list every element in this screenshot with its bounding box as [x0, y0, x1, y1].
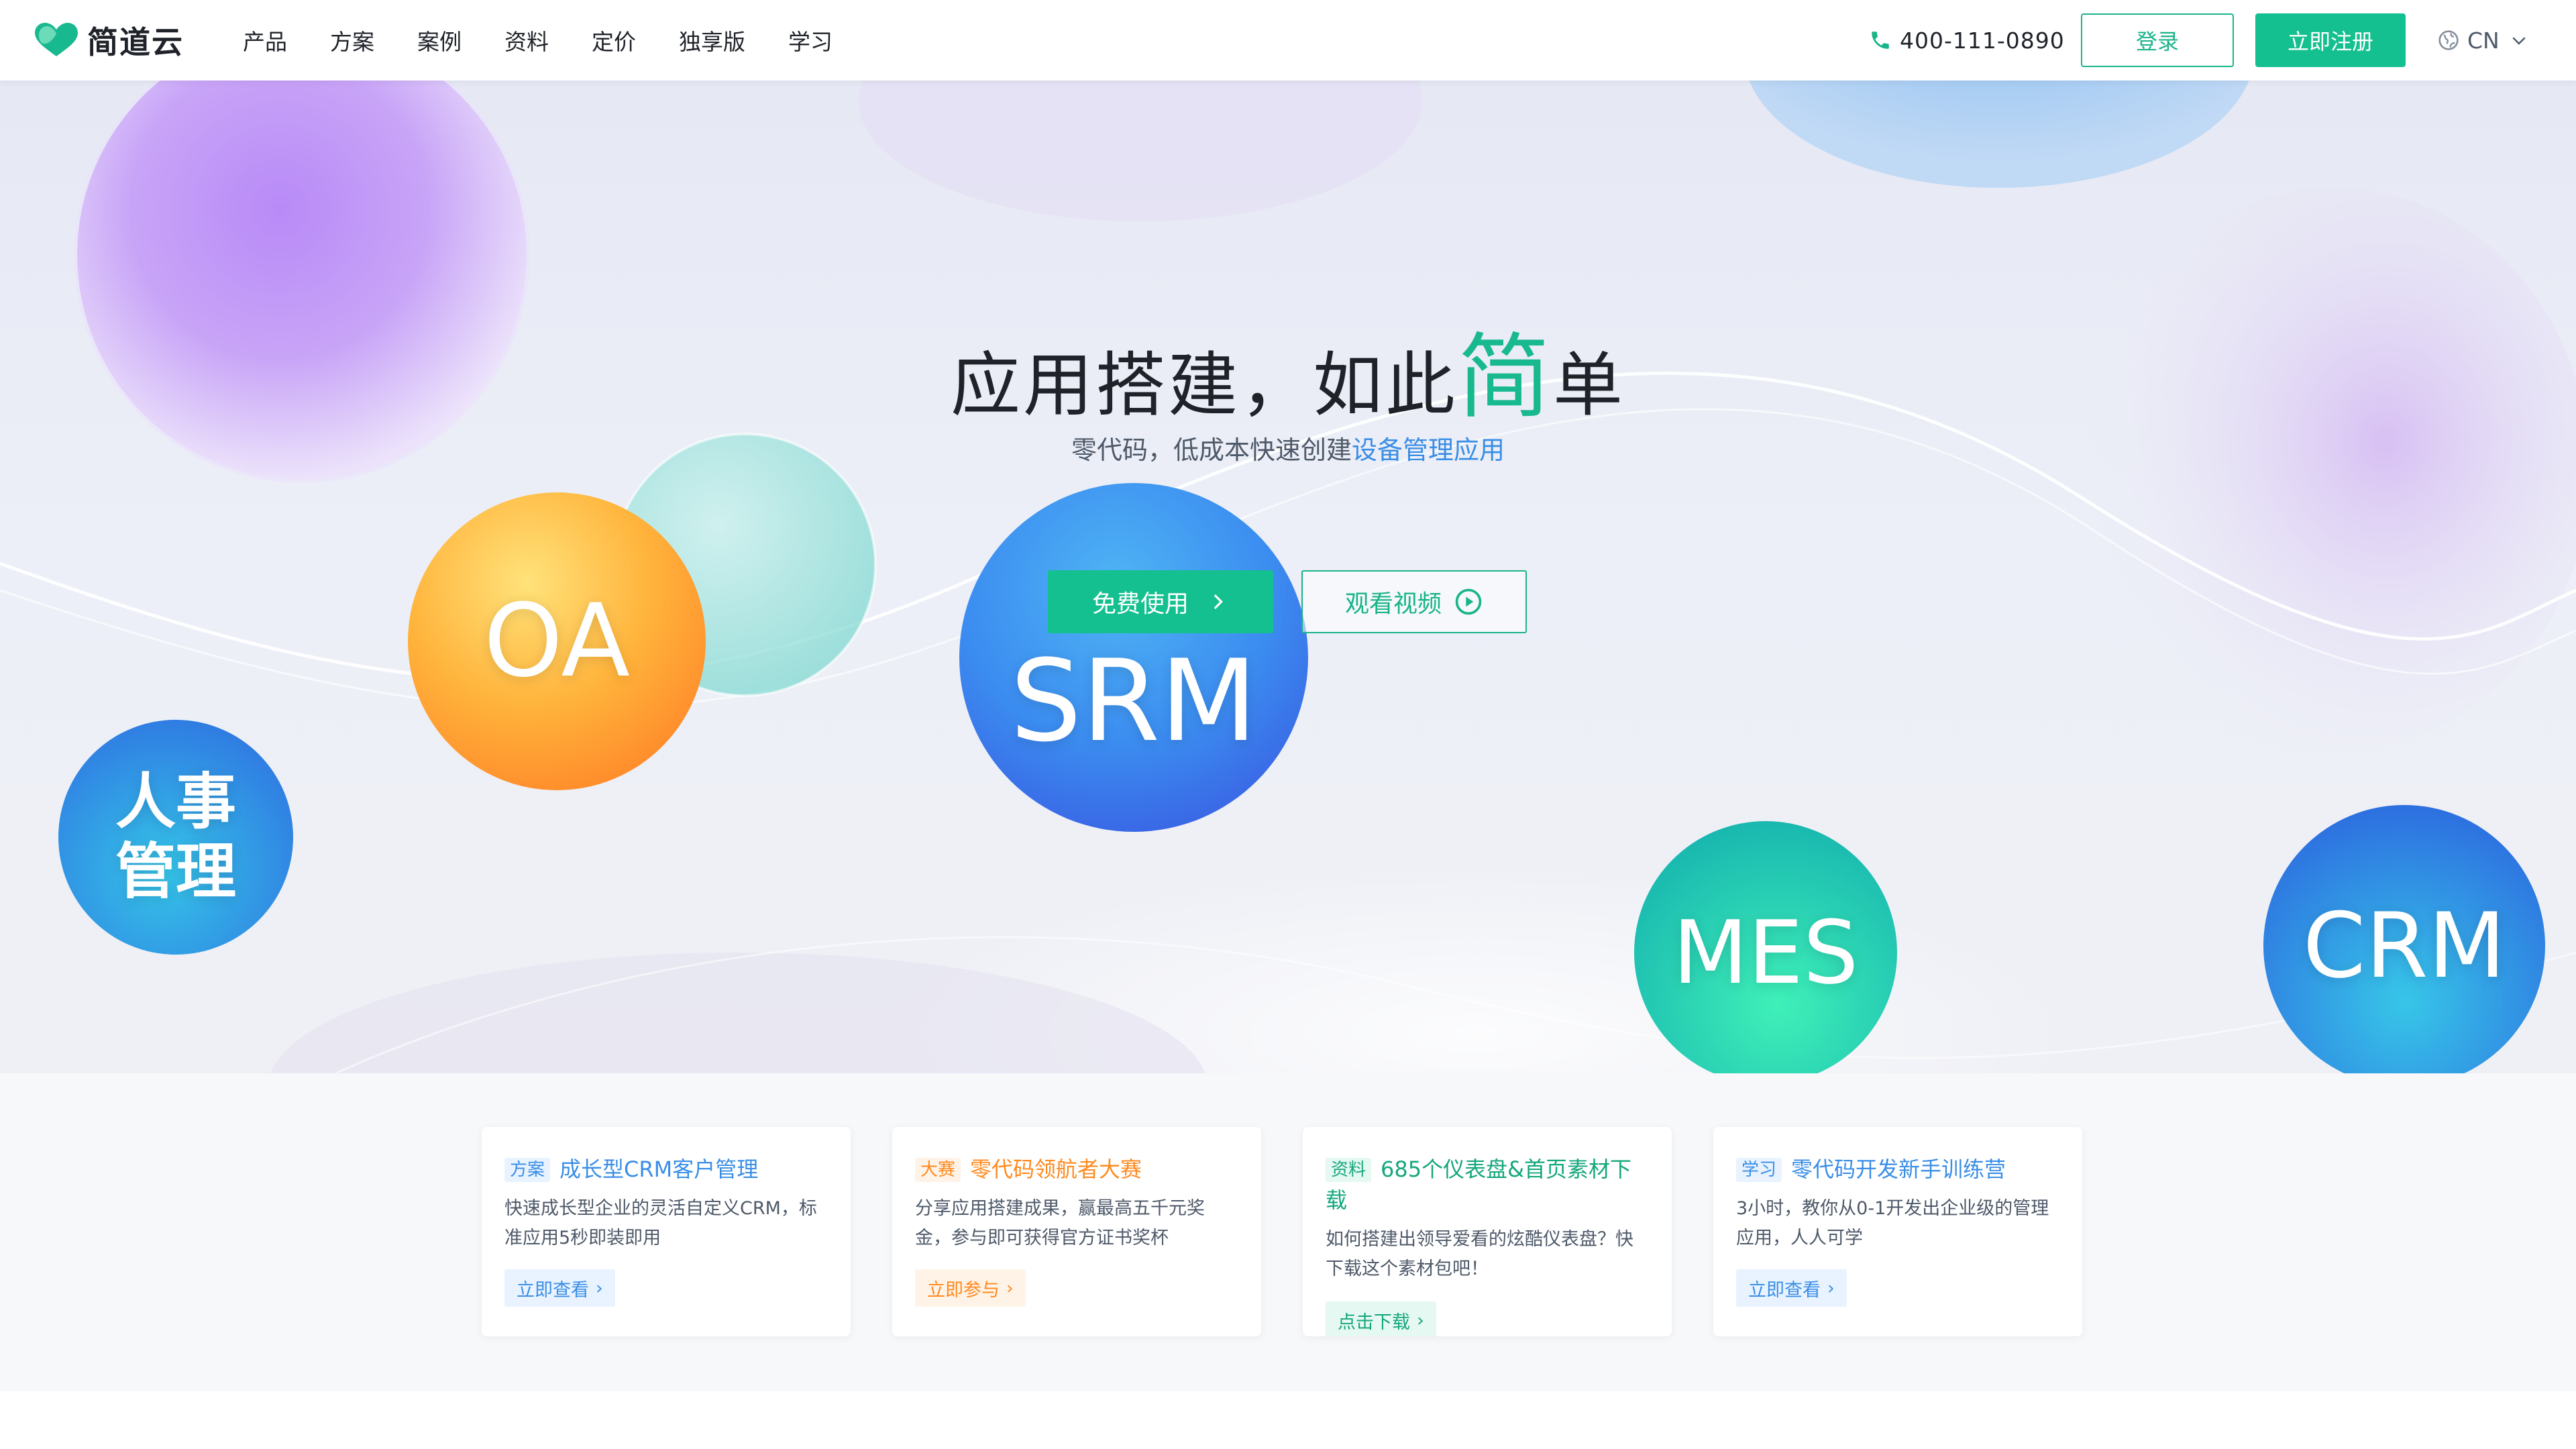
card-title: 资料 685个仪表盘&首页素材下载 [1326, 1154, 1649, 1216]
card-download-button[interactable]: 点击下载 › [1326, 1301, 1436, 1336]
bubble-oa: OA [408, 492, 706, 790]
promo-card-dashboard[interactable]: 资料 685个仪表盘&首页素材下载 如何搭建出领导爱看的炫酷仪表盘？快下载这个素材… [1303, 1127, 1672, 1336]
bubble-hr-line2: 管理 [115, 837, 236, 907]
login-button[interactable]: 登录 [2081, 13, 2234, 67]
nav-item-pricing[interactable]: 定价 [592, 24, 636, 56]
bubble-srm: SRM [959, 483, 1308, 832]
hero-title-suffix: 单 [1553, 344, 1626, 426]
promo-card-training[interactable]: 学习 零代码开发新手训练营 3小时，教你从0-1开发出企业级的管理应用，人人可学 … [1713, 1127, 2082, 1336]
card-description: 3小时，教你从0-1开发出企业级的管理应用，人人可学 [1736, 1198, 2049, 1248]
promo-card-contest[interactable]: 大赛 零代码领航者大赛 分享应用搭建成果，赢最高五千元奖金，参与即可获得官方证书奖… [892, 1127, 1261, 1336]
top-nav-bar: 简道云 产品 方案 案例 资料 定价 独享版 学习 400-111-0890 登… [0, 0, 2576, 80]
bubble-oa-label: OA [483, 583, 631, 700]
card-button-label: 点击下载 [1338, 1311, 1410, 1333]
card-view-button[interactable]: 立即查看 › [1736, 1269, 1847, 1307]
nav-item-dedicated[interactable]: 独享版 [679, 24, 745, 56]
hero-subtitle-prefix: 零代码，低成本快速创建 [1071, 435, 1352, 465]
logo-heart-icon [35, 23, 78, 56]
chevron-right-icon: › [1827, 1277, 1835, 1299]
chevron-right-icon: › [1417, 1309, 1424, 1331]
bubble-hr-line1: 人事 [115, 767, 236, 837]
card-description: 快速成长型企业的灵活自定义CRM，标准应用5秒即装即用 [504, 1198, 817, 1248]
hero-subtitle-highlight: 设备管理应用 [1352, 435, 1505, 465]
chevron-right-icon: › [596, 1277, 603, 1299]
language-selector[interactable]: CN [2438, 24, 2529, 56]
card-tag: 大赛 [915, 1158, 961, 1182]
card-title-text: 成长型CRM客户管理 [559, 1157, 759, 1182]
register-button[interactable]: 立即注册 [2255, 13, 2406, 67]
card-tag: 学习 [1736, 1158, 1782, 1182]
nav-item-cases[interactable]: 案例 [417, 24, 462, 56]
bubble-srm-label: SRM [1010, 635, 1258, 767]
nav-item-solutions[interactable]: 方案 [330, 24, 374, 56]
promo-card-crm[interactable]: 方案 成长型CRM客户管理 快速成长型企业的灵活自定义CRM，标准应用5秒即装即用… [482, 1127, 851, 1336]
phone-number: 400-111-0890 [1900, 27, 2065, 54]
bubble-mes-label: MES [1672, 902, 1859, 1004]
phone-icon [1872, 32, 1889, 49]
main-nav: 产品 方案 案例 资料 定价 独享版 学习 [243, 0, 875, 80]
nav-item-learning[interactable]: 学习 [788, 24, 833, 56]
watch-video-button[interactable]: 观看视频 [1301, 570, 1527, 633]
brand-name: 简道云 [87, 24, 184, 60]
chevron-down-icon [2512, 37, 2526, 45]
chevron-right-icon [1214, 594, 1223, 610]
card-description: 如何搭建出领导爱看的炫酷仪表盘？快下载这个素材包吧！ [1326, 1229, 1633, 1279]
card-button-label: 立即查看 [517, 1279, 589, 1301]
globe-icon [2438, 30, 2459, 50]
chevron-right-icon: › [1006, 1277, 1014, 1299]
nav-item-resources[interactable]: 资料 [504, 24, 549, 56]
hero-section: 人事 管理 OA SRM MES CRM 应用搭建，如此简单 零代码，低成本快速… [0, 80, 2576, 1073]
card-join-button[interactable]: 立即参与 › [915, 1269, 1026, 1307]
bubble-crm-label: CRM [2302, 894, 2506, 998]
card-title-text: 零代码领航者大赛 [970, 1157, 1142, 1182]
card-tag: 资料 [1326, 1158, 1372, 1182]
card-title: 学习 零代码开发新手训练营 [1736, 1154, 2059, 1185]
nav-item-products[interactable]: 产品 [243, 24, 287, 56]
card-title: 大赛 零代码领航者大赛 [915, 1154, 1238, 1185]
bubble-mes: MES [1634, 821, 1897, 1073]
hero-title-accent: 简 [1457, 323, 1553, 431]
card-button-label: 立即查看 [1748, 1279, 1821, 1301]
hero-subtitle: 零代码，低成本快速创建设备管理应用 [0, 429, 2576, 466]
card-title-text: 零代码开发新手训练营 [1791, 1157, 2006, 1182]
free-use-button[interactable]: 免费使用 [1048, 570, 1273, 633]
phone-contact[interactable]: 400-111-0890 [1869, 24, 2065, 56]
card-title: 方案 成长型CRM客户管理 [504, 1154, 828, 1185]
card-view-button[interactable]: 立即查看 › [504, 1269, 615, 1307]
bubble-hr: 人事 管理 [58, 720, 293, 955]
brand-logo[interactable]: 简道云 [32, 20, 184, 60]
card-title-text: 685个仪表盘&首页素材下载 [1326, 1157, 1632, 1213]
hero-title-prefix: 应用搭建，如此 [950, 344, 1458, 426]
free-use-label: 免费使用 [1091, 590, 1189, 618]
card-button-label: 立即参与 [927, 1279, 1000, 1301]
hero-title: 应用搭建，如此简单 [0, 302, 2576, 436]
watch-video-label: 观看视频 [1344, 590, 1442, 618]
promo-cards-section: 方案 成长型CRM客户管理 快速成长型企业的灵活自定义CRM，标准应用5秒即装即用… [0, 1073, 2576, 1391]
bubble-crm: CRM [2263, 805, 2545, 1073]
play-circle-icon [1455, 588, 1482, 615]
card-tag: 方案 [504, 1158, 551, 1182]
language-label: CN [2467, 27, 2500, 54]
card-description: 分享应用搭建成果，赢最高五千元奖金，参与即可获得官方证书奖杯 [915, 1198, 1205, 1248]
